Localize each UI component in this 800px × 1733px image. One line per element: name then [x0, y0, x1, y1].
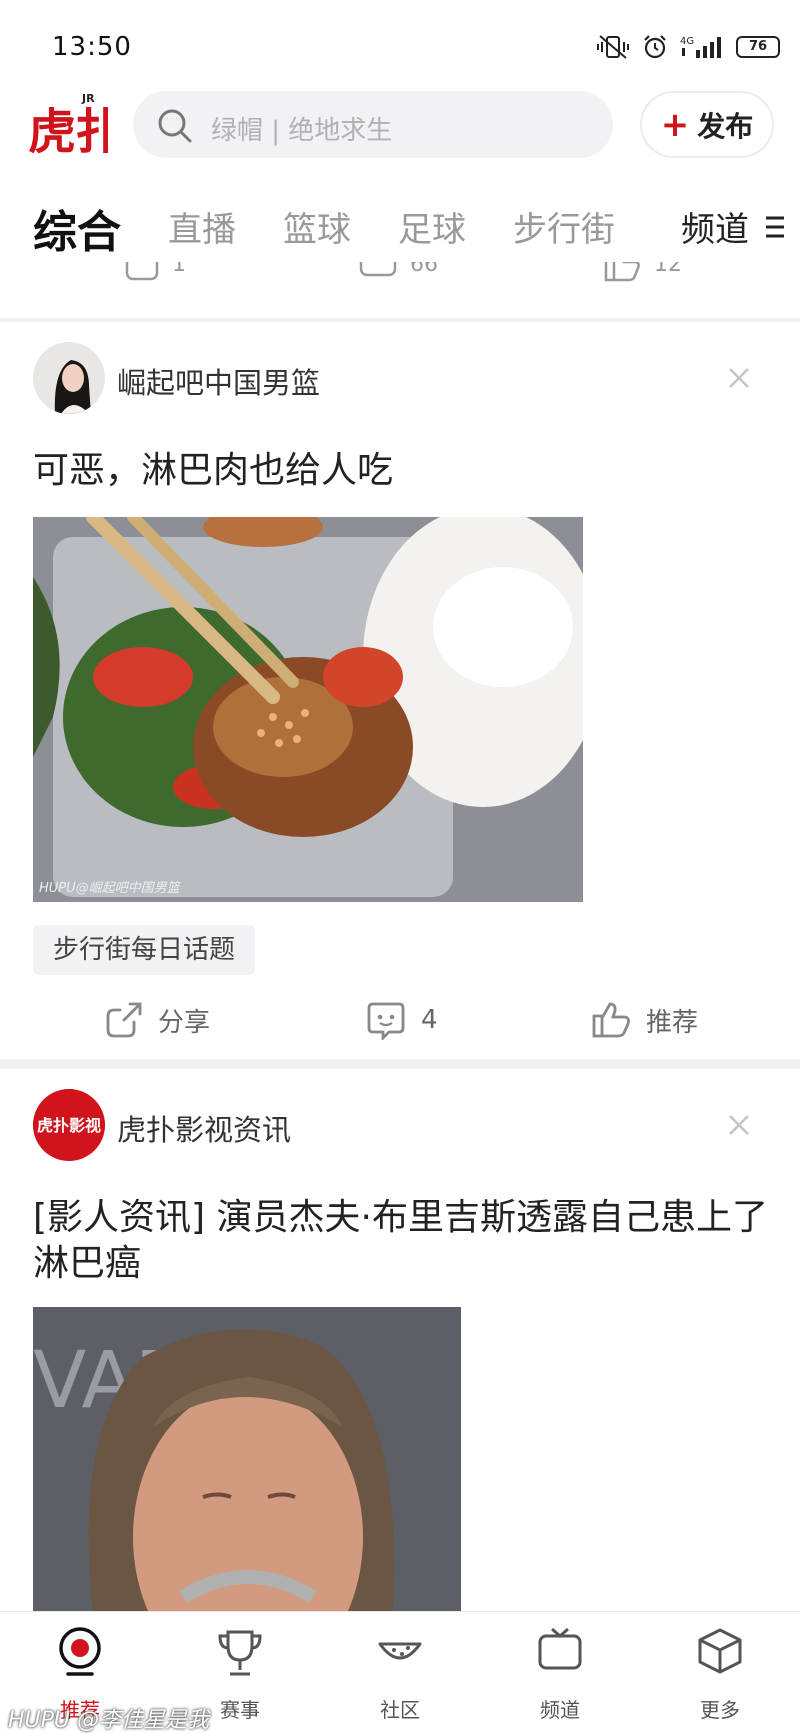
vibrate-off-icon [597, 35, 629, 59]
comment-count: 4 [421, 1005, 438, 1035]
hupu-logo[interactable]: 虎扑 JR [26, 88, 124, 160]
alarm-icon [644, 35, 666, 59]
status-icons: 4G 76 [596, 34, 780, 60]
tab-comprehensive[interactable]: 综合 [33, 196, 121, 260]
tab-football[interactable]: 足球 [398, 202, 466, 251]
status-time: 13:50 [52, 32, 132, 62]
svg-text:4G: 4G [680, 36, 694, 47]
post-image[interactable]: VARD [33, 1307, 461, 1611]
post-title[interactable]: [影人资讯] 演员杰夫·布里吉斯透露自己患上了淋巴癌 [33, 1195, 773, 1287]
post-card[interactable]: 崛起吧中国男篮 可恶，淋巴肉也给人吃 HUPU@崛起吧中国男篮 步行街每日话题 … [0, 322, 800, 1059]
thumb-up-icon [604, 262, 640, 282]
post-image[interactable]: HUPU@崛起吧中国男篮 [33, 517, 583, 902]
status-bar: 13:50 4G 76 [0, 0, 800, 80]
svg-text:虎扑: 虎扑 [28, 104, 108, 160]
signal-icon: 4G [680, 36, 721, 58]
share-icon [125, 262, 159, 281]
app-screen: 13:50 4G 76 虎扑 JR 绿帽 | 绝地求生 + 发布 综合 直播 篮… [0, 0, 800, 1733]
image-watermark: HUPU@崛起吧中国男篮 [39, 881, 180, 896]
recommend-button[interactable]: 推荐 [590, 1000, 698, 1040]
menu-icon[interactable] [764, 214, 786, 240]
nav-more[interactable]: 更多 [640, 1612, 800, 1733]
tv-icon [538, 1627, 582, 1670]
share-icon [106, 1002, 142, 1038]
category-tabs: 综合 直播 篮球 足球 步行街 频道 [0, 170, 800, 262]
tab-pedestrian-street[interactable]: 步行街 [513, 202, 615, 251]
search-icon [158, 109, 192, 143]
publish-button[interactable]: + 发布 [640, 91, 774, 158]
recommend-label: 推荐 [646, 1007, 699, 1038]
search-placeholder: 绿帽 | 绝地求生 [211, 116, 393, 146]
close-icon[interactable] [726, 365, 752, 391]
thumb-up-icon [592, 1002, 630, 1038]
post-title[interactable]: 可恶，淋巴肉也给人吃 [33, 448, 773, 494]
share-button[interactable]: 分享 [104, 1000, 210, 1040]
author-name[interactable]: 虎扑影视资讯 [117, 1107, 291, 1149]
publish-label: 发布 [697, 109, 754, 143]
avatar[interactable]: 虎扑影视 [33, 1089, 105, 1161]
plus-icon: + [660, 104, 690, 145]
screenshot-watermark: HUPU @李佳星是我 [8, 1708, 210, 1733]
post-card[interactable]: 虎扑影视 虎扑影视资讯 [影人资讯] 演员杰夫·布里吉斯透露自己患上了淋巴癌 V… [0, 1069, 800, 1611]
tab-basketball[interactable]: 篮球 [283, 202, 351, 251]
tab-channel[interactable]: 频道 [681, 202, 749, 251]
previous-recommend[interactable]: 12 [602, 262, 682, 282]
nav-channel[interactable]: 频道 [480, 1612, 640, 1733]
svg-text:虎扑影视: 虎扑影视 [37, 1116, 101, 1135]
previous-comments[interactable]: 66 [358, 262, 438, 282]
topic-tag[interactable]: 步行街每日话题 [33, 925, 256, 975]
watermelon-icon [378, 1642, 422, 1660]
share-label: 分享 [158, 1007, 211, 1038]
cube-icon [698, 1628, 742, 1674]
recommend-icon [59, 1627, 101, 1676]
battery-indicator: 76 [736, 36, 780, 58]
comment-icon [367, 1002, 405, 1040]
comment-button[interactable]: 4 [365, 1000, 438, 1040]
close-icon[interactable] [726, 1112, 752, 1138]
author-name[interactable]: 崛起吧中国男篮 [117, 360, 320, 402]
svg-text:JR: JR [81, 92, 95, 105]
trophy-icon [218, 1630, 262, 1676]
previous-card-actions: 1 66 12 [0, 262, 800, 318]
previous-share[interactable]: 1 [124, 262, 186, 282]
tab-live[interactable]: 直播 [168, 202, 236, 251]
search-bar[interactable]: 绿帽 | 绝地求生 [133, 91, 613, 158]
app-header: 虎扑 JR 绿帽 | 绝地求生 + 发布 [0, 80, 800, 170]
avatar[interactable] [33, 342, 105, 414]
nav-community[interactable]: 社区 [320, 1612, 480, 1733]
comment-icon [359, 262, 397, 277]
